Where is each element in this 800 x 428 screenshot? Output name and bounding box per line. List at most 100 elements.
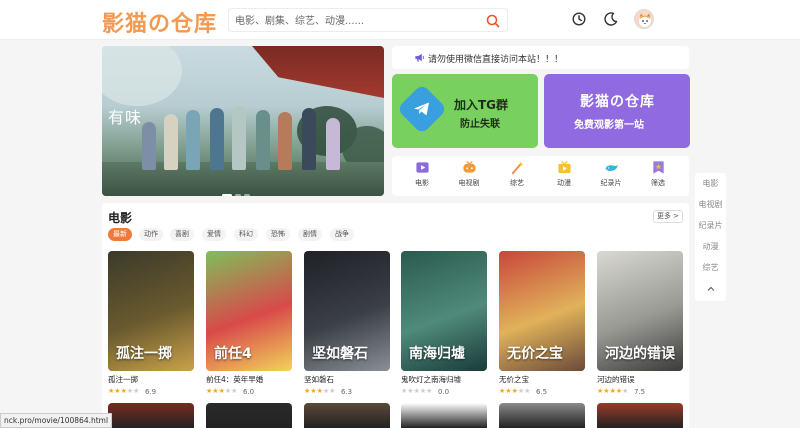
movie-score: 0.0 <box>438 388 450 396</box>
magic-wand-icon <box>511 161 524 175</box>
movie-poster[interactable]: 无价之宝 <box>499 251 585 371</box>
category-label: 纪录片 <box>600 179 622 187</box>
banner-mist <box>102 46 182 106</box>
tab-drama[interactable]: 剧情 <box>298 228 322 241</box>
movie-title[interactable]: 鬼吹灯之南海归墟 <box>401 374 487 385</box>
cat-avatar-icon <box>639 13 651 27</box>
movie-poster[interactable]: 前任4 <box>206 251 292 371</box>
poster-title: 坚如磐石 <box>312 346 368 362</box>
category-label: 动漫 <box>557 179 571 187</box>
banner-caption: 有味 <box>108 108 143 127</box>
banner-figure <box>232 106 246 170</box>
movie-poster[interactable] <box>304 403 390 428</box>
telegram-card-subtitle: 防止失联 <box>460 119 500 130</box>
notice-bar: 请勿使用微信直接访问本站！！！ <box>392 46 689 69</box>
hero-banner[interactable]: 有味 <box>102 46 384 196</box>
link-status-url: nck.pro/movie/100864.html <box>0 413 113 428</box>
avatar[interactable] <box>634 9 654 29</box>
banner-dot[interactable] <box>235 194 241 196</box>
movie-rating: ★★★★★ 6.3 <box>304 387 390 397</box>
sidenav-item-tv[interactable]: 电视剧 <box>695 194 726 215</box>
sidenav-item-variety[interactable]: 综艺 <box>695 257 726 278</box>
movie-poster[interactable] <box>401 403 487 428</box>
sidenav-item-documentary[interactable]: 纪录片 <box>695 215 726 236</box>
category-documentary[interactable]: 纪录片 <box>591 160 631 194</box>
tab-war[interactable]: 战争 <box>330 228 354 241</box>
search-icon[interactable] <box>485 13 501 29</box>
banner-figure <box>164 114 178 170</box>
site-card-subtitle: 免费观影第一站 <box>574 120 644 131</box>
filter-star-icon <box>652 161 664 174</box>
banner-dot[interactable] <box>244 194 250 196</box>
banner-roof <box>252 46 384 98</box>
movie-title[interactable]: 孤注一掷 <box>108 374 194 385</box>
movie-poster[interactable]: 孤注一掷 <box>108 251 194 371</box>
category-movie[interactable]: 电影 <box>402 160 442 194</box>
tab-comedy[interactable]: 喜剧 <box>170 228 194 241</box>
movie-card[interactable]: 河边的错误 河边的错误 ★★★★★ 7.5 <box>597 251 683 397</box>
poster-title: 无价之宝 <box>507 346 563 362</box>
banner-pagination[interactable] <box>222 184 262 196</box>
chevron-up-icon <box>707 286 714 291</box>
movie-card[interactable]: 前任4 前任4：英年早婚 ★★★★★ 6.0 <box>206 251 292 397</box>
history-icon[interactable] <box>571 11 587 27</box>
site-logo[interactable]: 影猫の仓库 <box>102 6 217 38</box>
category-anime[interactable]: 动漫 <box>544 160 584 194</box>
movie-title[interactable]: 无价之宝 <box>499 374 585 385</box>
movie-card[interactable]: 坚如磐石 坚如磐石 ★★★★★ 6.3 <box>304 251 390 397</box>
movie-rating: ★★★★★ 0.0 <box>401 387 487 397</box>
star-rating-icon: ★★★★★ <box>499 388 531 395</box>
side-quick-nav: 电影 电视剧 纪录片 动漫 综艺 <box>695 173 726 301</box>
tab-horror[interactable]: 恐怖 <box>266 228 290 241</box>
category-variety[interactable]: 综艺 <box>497 160 537 194</box>
movie-rating: ★★★★★ 6.5 <box>499 387 585 397</box>
movie-title[interactable]: 坚如磐石 <box>304 374 390 385</box>
category-label: 电视剧 <box>458 179 480 187</box>
telegram-card-title: 加入TG群 <box>454 98 509 112</box>
movie-card[interactable]: 孤注一掷 孤注一掷 ★★★★★ 6.9 <box>108 251 194 397</box>
star-rating-icon: ★★★★★ <box>597 388 629 395</box>
star-rating-icon: ★★★★★ <box>206 388 238 395</box>
tab-romance[interactable]: 爱情 <box>202 228 226 241</box>
category-label: 筛选 <box>651 179 665 187</box>
movie-title[interactable]: 前任4：英年早婚 <box>206 374 292 385</box>
telegram-group-card[interactable]: 加入TG群 防止失联 <box>392 74 538 148</box>
category-filter[interactable]: 筛选 <box>638 160 678 194</box>
more-button[interactable]: 更多 > <box>653 210 683 223</box>
movie-poster[interactable]: 坚如磐石 <box>304 251 390 371</box>
banner-figure <box>302 108 316 170</box>
site-promo-card[interactable]: 影猫の仓库 免费观影第一站 <box>544 74 690 148</box>
movie-score: 6.3 <box>341 388 353 396</box>
telegram-icon <box>414 102 429 116</box>
movie-card[interactable]: 南海归墟鬼吹灯之南海归墟 ★★★★★ 0.0 <box>401 251 487 397</box>
banner-figure <box>142 122 156 170</box>
search-input[interactable] <box>235 12 480 30</box>
poster-title: 河边的错误 <box>605 346 675 362</box>
tab-action[interactable]: 动作 <box>139 228 163 241</box>
megaphone-icon <box>415 53 424 62</box>
banner-figure <box>186 110 200 170</box>
star-rating-icon: ★★★★★ <box>108 388 140 395</box>
search-box <box>228 8 508 32</box>
movie-title[interactable]: 河边的错误 <box>597 374 683 385</box>
movie-poster[interactable]: 河边的错误 <box>597 251 683 371</box>
movie-poster[interactable] <box>499 403 585 428</box>
category-tv[interactable]: 电视剧 <box>449 160 489 194</box>
movie-poster[interactable] <box>206 403 292 428</box>
movie-card[interactable]: 无价之宝 无价之宝 ★★★★★ 6.5 <box>499 251 585 397</box>
dark-mode-icon[interactable] <box>603 11 619 27</box>
banner-dot[interactable] <box>222 194 232 196</box>
banner-figure <box>210 108 224 170</box>
tab-latest[interactable]: 最新 <box>108 228 132 241</box>
movie-poster[interactable] <box>597 403 683 428</box>
movie-poster[interactable]: 南海归墟 <box>401 251 487 371</box>
sidenav-item-movie[interactable]: 电影 <box>695 173 726 194</box>
sidenav-item-anime[interactable]: 动漫 <box>695 236 726 257</box>
category-grid: 电影 电视剧 综艺 动漫 纪录片 筛选 <box>392 156 689 196</box>
movie-rating: ★★★★★ 6.0 <box>206 387 292 397</box>
tab-scifi[interactable]: 科幻 <box>234 228 258 241</box>
movie-poster[interactable] <box>108 403 194 428</box>
back-to-top-button[interactable] <box>695 278 726 300</box>
movie-rating: ★★★★★ 7.5 <box>597 387 683 397</box>
top-header: 影猫の仓库 <box>0 0 800 40</box>
